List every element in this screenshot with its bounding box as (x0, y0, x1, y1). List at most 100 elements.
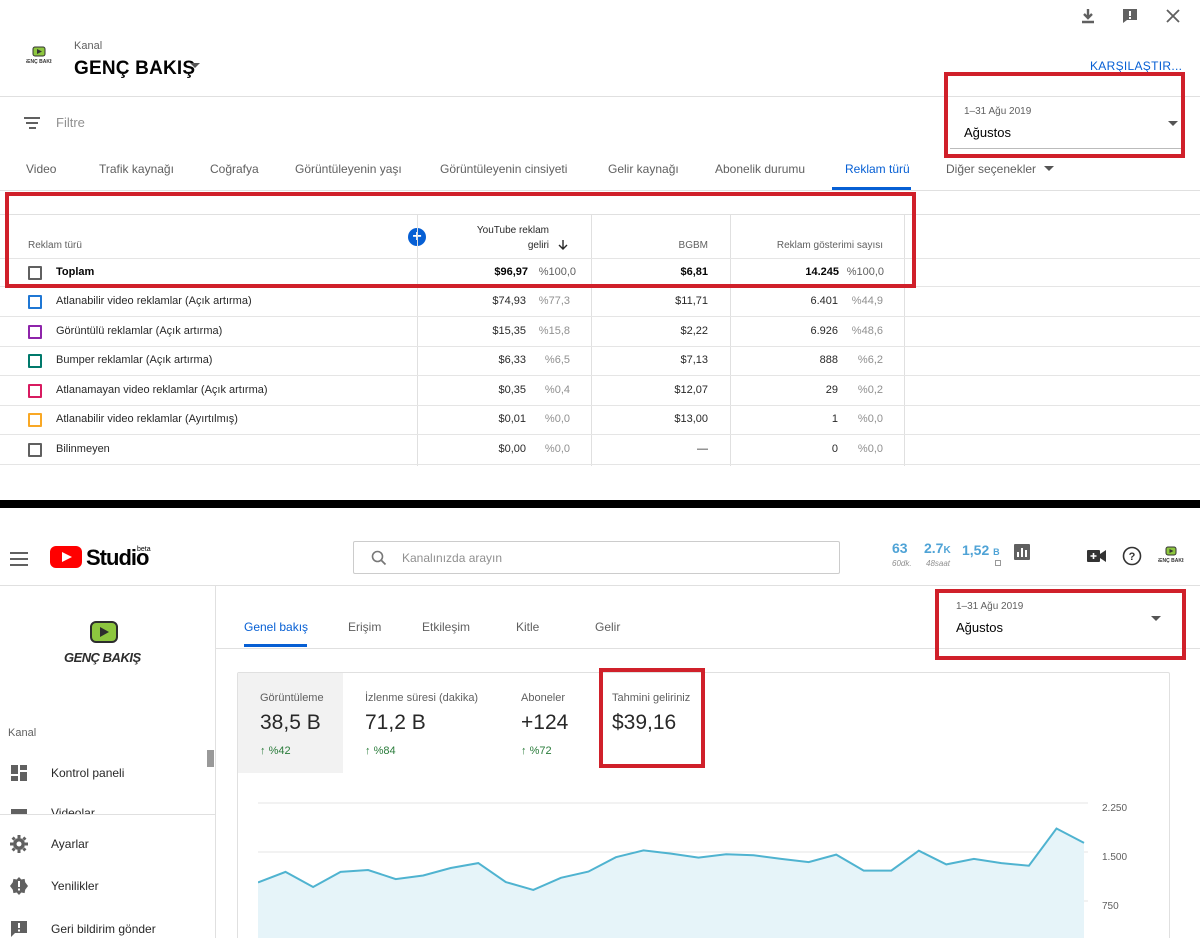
more-options-caret-icon[interactable] (1044, 166, 1054, 171)
whats-new-icon[interactable] (10, 877, 28, 895)
filter-input[interactable]: Filtre (56, 115, 85, 130)
channel-label: Kanal (74, 40, 103, 52)
sidebar-divider (0, 814, 215, 815)
videos-icon[interactable] (10, 806, 28, 814)
metric-subscribers-label[interactable]: Aboneler (521, 692, 565, 704)
search-input[interactable]: Kanalınızda arayın (353, 541, 840, 574)
stat-realtime-48[interactable]: 2.7K (924, 540, 951, 556)
impressions-value: 888 (819, 354, 838, 367)
tab-viewer-gender[interactable]: Görüntüleyenin cinsiyeti (440, 162, 567, 176)
sidebar-item-settings[interactable]: Ayarlar (51, 837, 89, 851)
revenue-pct: %100,0 (538, 266, 576, 278)
create-video-icon[interactable] (1087, 548, 1107, 569)
row-checkbox[interactable] (28, 295, 42, 309)
date-range: 1–31 Ağu 2019 (964, 106, 1032, 117)
dashboard-icon[interactable] (10, 764, 28, 782)
menu-icon[interactable] (10, 548, 28, 566)
metric-views-label[interactable]: Görüntüleme (260, 692, 324, 704)
feedback-icon[interactable] (1118, 6, 1142, 30)
screenshot-divider (0, 500, 1200, 508)
tab-reach[interactable]: Erişim (348, 620, 381, 634)
tab-revenue-source[interactable]: Gelir kaynağı (608, 162, 679, 176)
views-chart[interactable] (258, 793, 1088, 938)
tab-engagement[interactable]: Etkileşim (422, 620, 470, 634)
table-row[interactable]: Görüntülü reklamlar (Açık artırma) $15,35… (0, 318, 1200, 347)
row-checkbox[interactable] (28, 443, 42, 457)
feedback-icon[interactable] (10, 920, 28, 938)
lock-icon (995, 560, 1001, 566)
date-selector[interactable]: Ağustos (964, 125, 1011, 140)
channel-name[interactable]: GENÇ BAKIŞ (74, 58, 195, 80)
row-checkbox[interactable] (28, 413, 42, 428)
cpm-value: — (697, 443, 708, 455)
divider (0, 96, 1200, 97)
revenue-value: $0,01 (498, 413, 526, 426)
filter-icon[interactable] (24, 115, 40, 129)
row-checkbox[interactable] (28, 266, 42, 280)
channel-logo-icon[interactable] (88, 620, 120, 646)
metric-revenue-label[interactable]: Tahmini geliriniz (612, 692, 690, 704)
tab-audience[interactable]: Kitle (516, 620, 539, 634)
table-row[interactable]: Atlanamayan video reklamlar (Açık artırm… (0, 377, 1200, 406)
close-icon[interactable] (1161, 6, 1185, 30)
row-checkbox[interactable] (28, 354, 42, 369)
sidebar-item-videos[interactable]: Videolar (51, 806, 95, 814)
sidebar-item-dashboard[interactable]: Kontrol paneli (51, 766, 124, 780)
revenue-pct: %77,3 (538, 295, 570, 307)
download-icon[interactable] (1076, 6, 1100, 30)
stat-realtime-60[interactable]: 63 (892, 540, 908, 556)
youtube-logo-icon[interactable] (50, 546, 82, 568)
row-checkbox[interactable] (28, 383, 42, 398)
metric-watch-time-value[interactable]: 71,2 B (365, 711, 426, 735)
date-dropdown-icon[interactable] (1151, 616, 1161, 621)
col-header-revenue-line2[interactable]: geliri (430, 240, 549, 251)
help-icon[interactable]: ? (1122, 546, 1142, 571)
svg-text:?: ? (1129, 551, 1136, 563)
metric-views-value[interactable]: 38,5 B (260, 711, 321, 735)
revenue-pct: %6,5 (544, 354, 570, 367)
tab-overview[interactable]: Genel bakış (244, 620, 308, 634)
tab-viewer-age[interactable]: Görüntüleyenin yaşı (295, 162, 402, 176)
channel-dropdown-icon[interactable] (190, 63, 200, 68)
compare-button[interactable]: KARŞILAŞTIR... (1090, 59, 1182, 73)
tab-revenue[interactable]: Gelir (595, 620, 620, 634)
metric-revenue-value[interactable]: $39,16 (612, 711, 676, 735)
tab-ad-type[interactable]: Reklam türü (845, 162, 910, 176)
tab-subscription-status[interactable]: Abonelik durumu (715, 162, 805, 176)
metric-subscribers-value[interactable]: +124 (521, 711, 568, 735)
account-avatar[interactable]: GENÇ BAKIŞ (1155, 546, 1187, 571)
col-header-cpm[interactable]: BGBM (600, 240, 708, 251)
tab-geography[interactable]: Coğrafya (210, 162, 259, 176)
settings-gear-icon[interactable] (10, 835, 28, 853)
sidebar-scrollbar[interactable] (207, 750, 214, 767)
table-row[interactable]: Atlanabilir video reklamlar (Ayırtılmış)… (0, 406, 1200, 436)
col-header-revenue-line1[interactable]: YouTube reklam (430, 225, 549, 236)
date-selector[interactable]: Ağustos (956, 620, 1003, 635)
table-row[interactable]: Atlanabilir video reklamlar (Açık artırm… (0, 288, 1200, 317)
revenue-pct: %0,4 (544, 383, 570, 396)
table-row[interactable]: Bilinmeyen $0,00 %0,0 — 0 %0,0 (0, 436, 1200, 465)
col-header-impressions[interactable]: Reklam gösterimi sayısı (740, 240, 883, 251)
table-row-total[interactable]: Toplam $96,97 %100,0 $6,81 14.245 %100,0 (0, 258, 1200, 287)
analytics-icon[interactable] (1014, 544, 1030, 565)
row-name: Atlanabilir video reklamlar (Açık artırm… (56, 295, 252, 307)
cpm-value: $12,07 (674, 383, 708, 396)
metric-watch-time-label[interactable]: İzlenme süresi (dakika) (365, 692, 478, 704)
tab-more-options[interactable]: Diğer seçenekler (946, 162, 1036, 176)
stat-subscribers[interactable]: 1,52 B (962, 542, 1000, 558)
col-header-ad-type[interactable]: Reklam türü (28, 240, 82, 251)
cpm-value: $6,81 (680, 266, 708, 278)
sidebar-item-whats-new[interactable]: Yenilikler (51, 879, 99, 893)
y-tick-label: 1.500 (1102, 852, 1128, 863)
impressions-pct: %100,0 (846, 266, 884, 278)
table-row[interactable]: Bumper reklamlar (Açık artırma) $6,33 %6,5… (0, 347, 1200, 377)
tab-video[interactable]: Video (26, 162, 56, 176)
tab-traffic-source[interactable]: Trafik kaynağı (99, 162, 174, 176)
revenue-value: $6,33 (498, 354, 526, 367)
row-checkbox[interactable] (28, 324, 42, 339)
date-dropdown-icon[interactable] (1168, 121, 1178, 126)
metric-subscribers-delta: ↑ %72 (521, 745, 552, 757)
sort-arrow-down-icon[interactable] (557, 238, 569, 256)
row-name: Toplam (56, 266, 95, 278)
sidebar-item-feedback[interactable]: Geri bildirim gönder (51, 922, 156, 936)
